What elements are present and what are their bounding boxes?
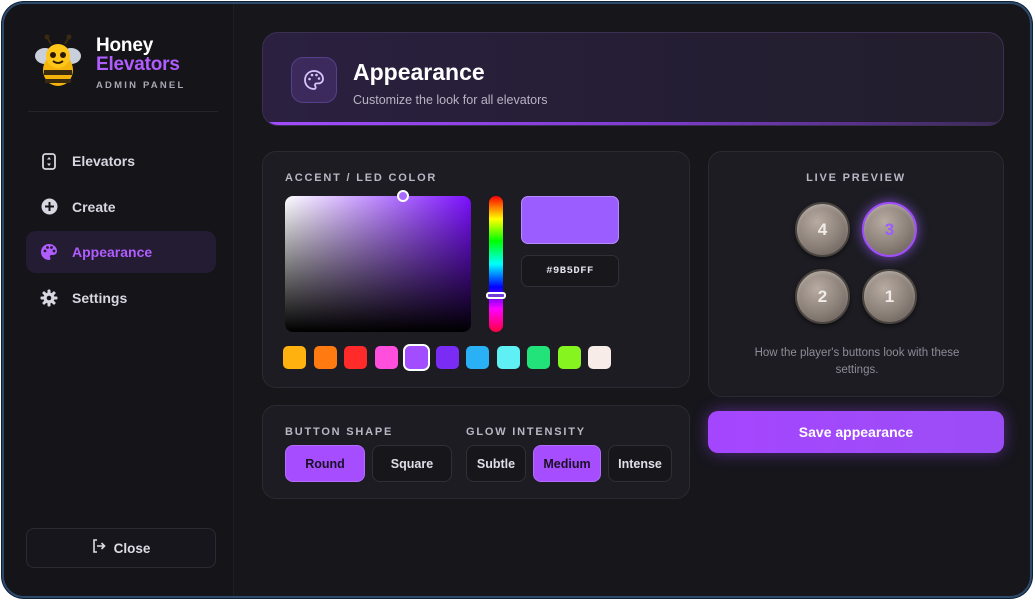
color-swatch[interactable] [283,346,306,369]
brand-subtitle: ADMIN PANEL [96,80,186,91]
color-swatch[interactable] [496,346,520,369]
sidebar-item-label: Appearance [72,244,153,260]
glow-subtle-button[interactable]: Subtle [466,445,526,482]
live-preview-title: LIVE PREVIEW [806,172,906,184]
color-picker-cursor[interactable] [397,190,409,202]
close-button[interactable]: Close [26,528,216,568]
close-button-label: Close [113,540,151,556]
glow-intense-button[interactable]: Intense [608,445,672,482]
sidebar-item-label: Elevators [72,153,136,169]
color-swatch[interactable] [403,344,430,371]
sidebar-item-label: Settings [72,289,128,306]
hue-slider-handle[interactable] [486,292,506,299]
style-options-card: BUTTON SHAPE GLOW INTENSITY Round Square… [262,405,690,499]
preview-floor-button[interactable]: 3 [862,202,917,257]
sidebar-item-settings[interactable]: Settings [26,277,216,319]
sidebar-item-create[interactable]: Create [26,186,216,228]
glow-medium-button[interactable]: Medium [533,445,601,482]
hex-color-input[interactable] [521,255,619,287]
bee-logo-icon [35,34,81,86]
accent-color-card: ACCENT / LED COLOR [262,151,690,388]
admin-window: Honey Elevators ADMIN PANEL Elevators Cr… [2,2,1032,598]
shape-round-button[interactable]: Round [285,445,365,482]
glow-intensity-title: GLOW INTENSITY [466,426,586,438]
hue-slider[interactable] [486,196,506,332]
page-header: Appearance Customize the look for all el… [262,32,1004,126]
color-swatch[interactable] [557,346,581,369]
color-swatch[interactable] [527,346,550,369]
preview-floor-button[interactable]: 2 [795,269,850,324]
preview-floor-button[interactable]: 1 [862,269,917,324]
palette-icon [291,57,337,103]
elevator-icon [40,152,58,170]
gear-icon [40,289,58,307]
sidebar-item-elevators[interactable]: Elevators [26,140,216,182]
brand: Honey Elevators ADMIN PANEL [28,32,218,112]
page-subtitle: Customize the look for all elevators [353,93,548,107]
current-color-swatch [521,196,619,244]
live-preview-card: LIVE PREVIEW 4 3 2 1 How the player's bu… [708,151,1004,397]
preview-floor-button[interactable]: 4 [795,202,850,257]
color-swatch[interactable] [588,346,611,369]
button-shape-title: BUTTON SHAPE [285,426,394,438]
save-appearance-button[interactable]: Save appearance [708,411,1004,453]
color-swatch[interactable] [374,346,398,369]
sidebar: Honey Elevators ADMIN PANEL Elevators Cr… [4,4,234,596]
palette-icon [40,243,58,261]
sidebar-item-label: Create [72,198,116,215]
color-swatch[interactable] [313,346,337,369]
page-title: Appearance [353,59,485,85]
color-swatch[interactable] [435,346,459,369]
brand-name-line2: Elevators [96,54,180,75]
preset-swatches [283,344,619,371]
plus-circle-icon [40,198,58,216]
shape-square-button[interactable]: Square [372,445,452,482]
sidebar-item-appearance[interactable]: Appearance [26,231,216,273]
accent-color-title: ACCENT / LED COLOR [285,172,438,184]
color-swatch[interactable] [344,346,367,369]
preview-note: How the player's buttons look with these… [754,347,960,376]
sidebar-nav: Elevators Create Appearance Settings [26,140,216,322]
logout-icon [92,538,106,558]
color-swatch[interactable] [466,346,489,369]
saturation-value-picker[interactable] [285,190,471,332]
